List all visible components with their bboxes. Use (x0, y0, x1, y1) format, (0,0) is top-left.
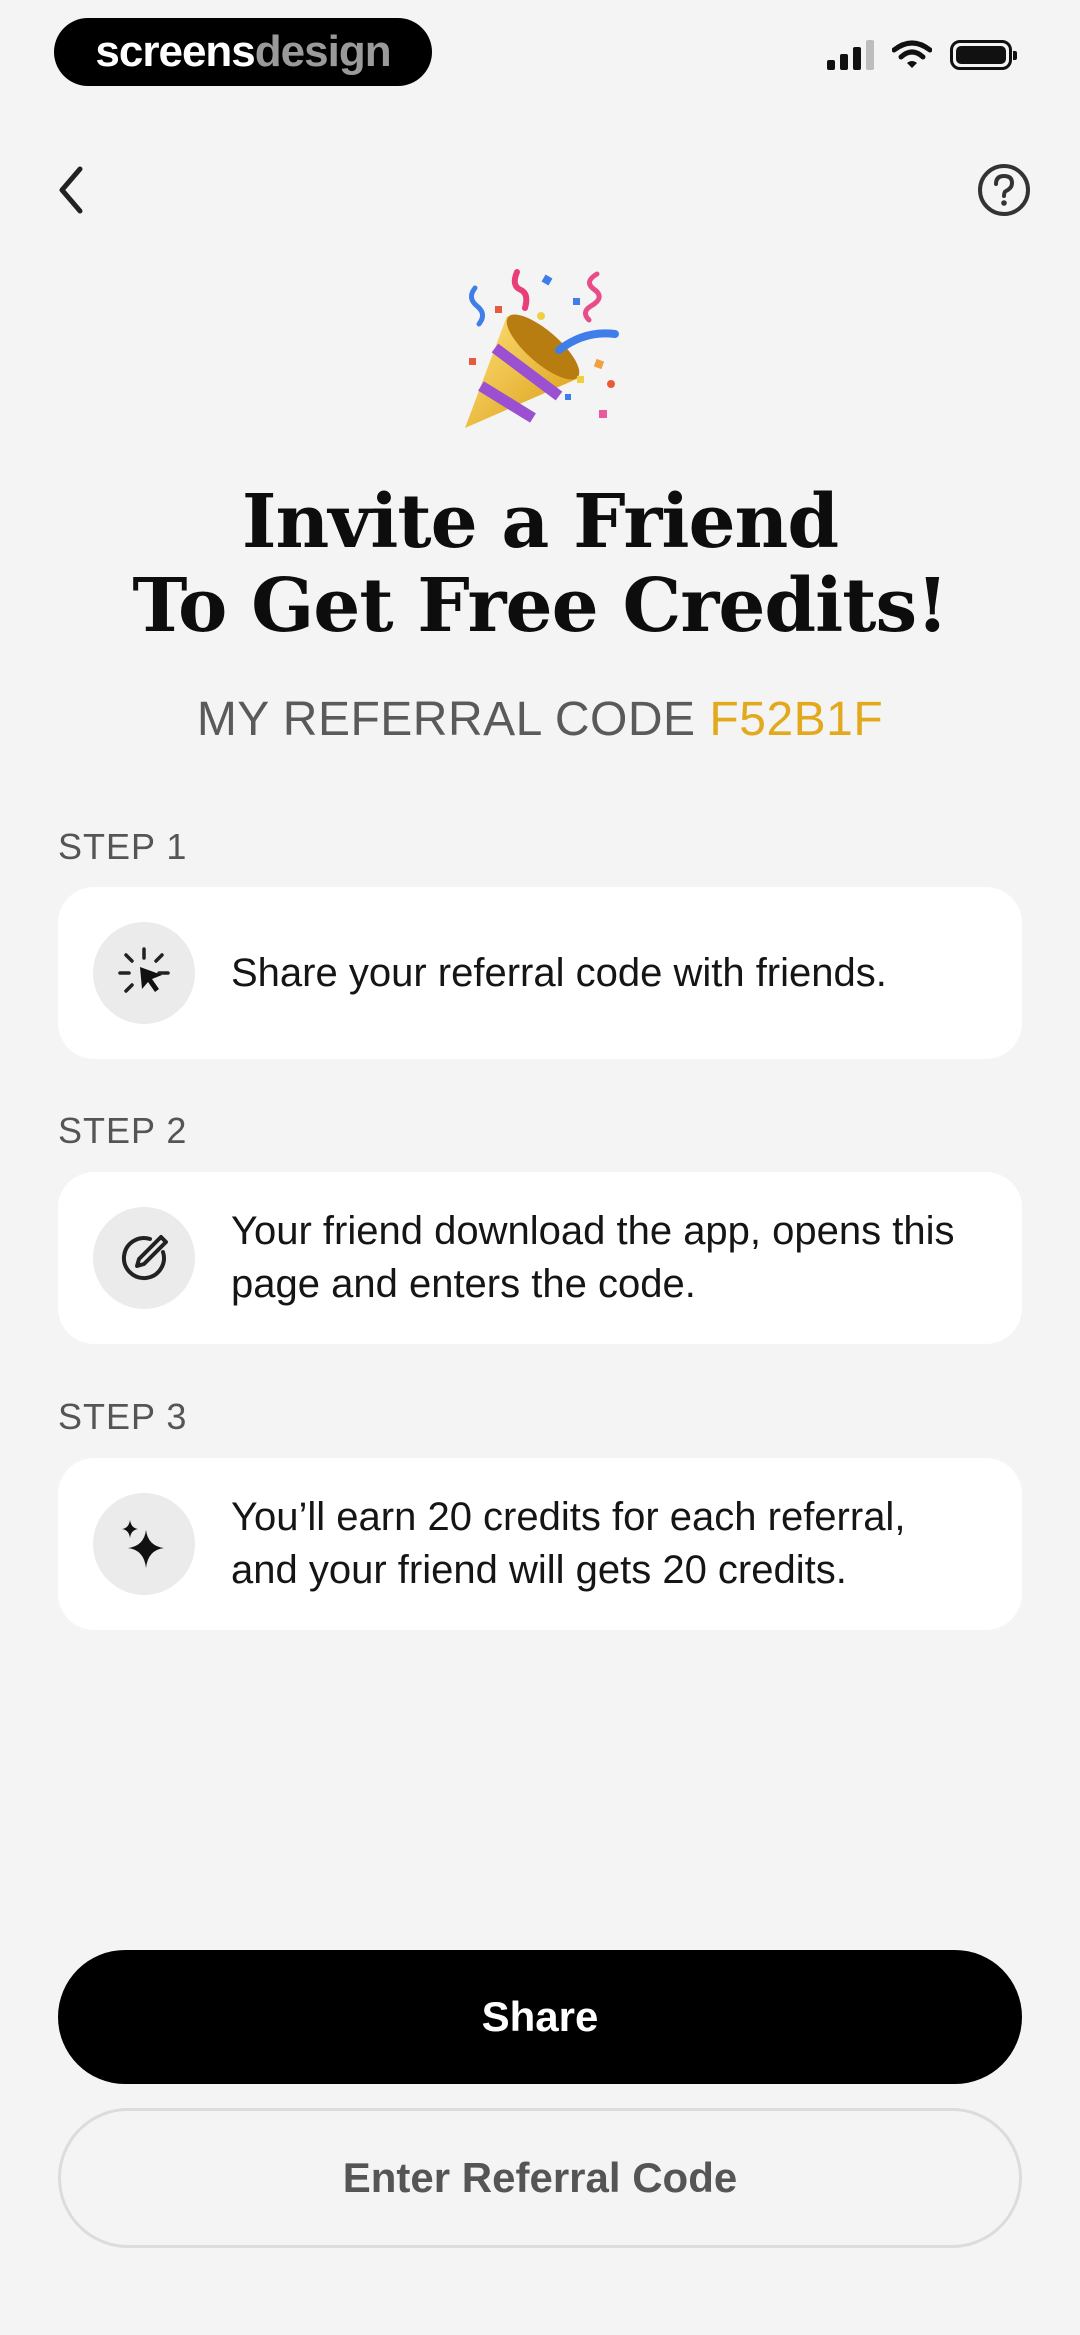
title-line-1: Invite a Friend (241, 479, 839, 565)
title-line-2: To Get Free Credits! (132, 563, 948, 649)
help-button[interactable] (974, 160, 1034, 220)
share-button[interactable]: Share (58, 1950, 1022, 2084)
step-3-card: You’ll earn 20 credits for each referral… (58, 1458, 1022, 1630)
cursor-click-icon (118, 947, 170, 993)
sparkles-icon (122, 1520, 164, 1568)
brand-text-primary: screens (95, 27, 255, 76)
brand-logo: screens design (54, 18, 432, 86)
step-1-label: STEP 1 (58, 826, 188, 867)
question-circle-icon (978, 164, 1030, 216)
status-bar: screens design (0, 0, 1080, 110)
step-1-card: Share your referral code with friends. (58, 887, 1022, 1059)
step-1-icon-badge (93, 922, 195, 1024)
referral-code-label: MY REFERRAL CODE (196, 693, 696, 746)
back-button[interactable] (46, 160, 96, 220)
step-2-label: STEP 2 (58, 1110, 188, 1151)
enter-referral-code-button[interactable]: Enter Referral Code (58, 2108, 1022, 2248)
step-2-text: Your friend download the app, opens this… (231, 1209, 955, 1306)
step-2-card: Your friend download the app, opens this… (58, 1172, 1022, 1344)
step-3-label: STEP 3 (58, 1396, 188, 1437)
page-title: Invite a Friend To Get Free Credits! (0, 480, 1080, 648)
step-1-text: Share your referral code with friends. (231, 950, 887, 995)
chevron-left-icon (59, 166, 83, 214)
party-popper-icon (465, 269, 619, 428)
step-3-icon-badge (93, 1493, 195, 1595)
wifi-icon (892, 40, 932, 68)
pen-circle-icon (121, 1235, 168, 1281)
battery-icon (950, 40, 1017, 70)
referral-code-line: MY REFERRAL CODE F52B1F (0, 692, 1080, 747)
status-icons (827, 40, 1017, 70)
cellular-signal-icon (827, 40, 874, 70)
referral-code-value[interactable]: F52B1F (709, 693, 883, 746)
step-3-text: You’ll earn 20 credits for each referral… (231, 1495, 906, 1592)
brand-text-secondary: design (254, 27, 392, 76)
step-2-icon-badge (93, 1207, 195, 1309)
